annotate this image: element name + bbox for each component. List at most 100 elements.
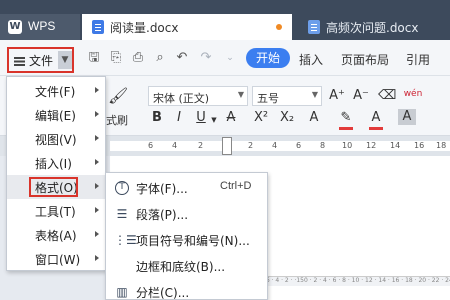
submenu-item-label: 项目符号和编号(N)... bbox=[136, 234, 250, 248]
ruler-number: 14 bbox=[390, 141, 401, 150]
menu-item-label: 插入(I) bbox=[35, 157, 72, 171]
ruler-number: 2 bbox=[248, 141, 254, 150]
submenu-item-font[interactable]: T 字体(F)... Ctrl+D bbox=[106, 175, 269, 201]
save-icon[interactable]: 🖫 bbox=[86, 50, 102, 66]
submenu-item-label: 字体(F)... bbox=[136, 182, 188, 196]
character-shading-icon[interactable]: A bbox=[398, 109, 416, 125]
menu-item-view[interactable]: 视图(V) bbox=[7, 127, 105, 151]
menu-item-insert[interactable]: 插入(I) bbox=[7, 151, 105, 175]
tab-references[interactable]: 引用 bbox=[406, 51, 430, 68]
ruler-number: 8 bbox=[320, 141, 326, 150]
font-size-select[interactable]: 五号 ▼ bbox=[252, 86, 322, 106]
ruler-number: 6 bbox=[148, 141, 154, 150]
document-icon bbox=[308, 20, 320, 34]
submenu-arrow-icon bbox=[95, 231, 99, 237]
app-name: WPS bbox=[28, 19, 56, 33]
tab-document-inactive[interactable]: 高频次问题.docx bbox=[298, 14, 450, 40]
pinyin-guide-icon[interactable]: wén bbox=[402, 86, 424, 102]
file-menu-label: 文件 bbox=[29, 54, 54, 68]
border-icon bbox=[114, 258, 130, 274]
font-color-icon[interactable]: A bbox=[368, 110, 384, 126]
format-painter-label: 式刷 bbox=[106, 114, 128, 127]
highlight-color-icon[interactable]: ✎ bbox=[338, 110, 354, 126]
document-icon bbox=[92, 20, 104, 34]
superscript-icon[interactable]: X² bbox=[254, 110, 268, 126]
chevron-down-icon: ▼ bbox=[237, 90, 244, 99]
menu-item-label: 视图(V) bbox=[35, 133, 77, 147]
submenu-arrow-icon bbox=[95, 183, 99, 189]
menu-item-label: 工具(T) bbox=[35, 205, 76, 219]
secondary-ruler: · 6 · 4 · 2 · ·150 · 2 · 4 · 6 · 8 · 10 … bbox=[262, 276, 450, 286]
ruler-number: 16 bbox=[414, 141, 425, 150]
submenu-item-bullets[interactable]: ⋮☰ 项目符号和编号(N)... bbox=[106, 227, 269, 253]
font-size-value: 五号 bbox=[257, 92, 279, 105]
submenu-item-borders[interactable]: 边框和底纹(B)... bbox=[106, 253, 269, 279]
font-icon: T bbox=[115, 181, 129, 195]
list-icon: ⋮☰ bbox=[114, 233, 137, 247]
tab-insert[interactable]: 插入 bbox=[299, 51, 323, 68]
file-menu-button[interactable]: 文件 ▼ bbox=[7, 47, 74, 73]
font-name-value: 宋体 (正文) bbox=[153, 92, 210, 105]
bold-icon[interactable]: B bbox=[150, 110, 164, 126]
submenu-arrow-icon bbox=[95, 87, 99, 93]
menu-item-file[interactable]: 文件(F) bbox=[7, 79, 105, 103]
menu-item-label: 表格(A) bbox=[35, 229, 77, 243]
highlight-color-bar bbox=[339, 127, 353, 130]
chevron-down-icon[interactable]: ▼ bbox=[210, 112, 218, 128]
text-effect-icon[interactable]: A bbox=[306, 110, 322, 126]
menu-item-tools[interactable]: 工具(T) bbox=[7, 199, 105, 223]
submenu-item-label: 分栏(C)... bbox=[136, 286, 190, 300]
menu-item-edit[interactable]: 编辑(E) bbox=[7, 103, 105, 127]
submenu-arrow-icon bbox=[95, 111, 99, 117]
underline-icon[interactable]: U bbox=[194, 110, 208, 126]
wps-logo-icon: W bbox=[8, 20, 22, 34]
subscript-icon[interactable]: X₂ bbox=[280, 110, 294, 126]
menu-item-label: 文件(F) bbox=[35, 85, 76, 99]
grow-font-icon[interactable]: A⁺ bbox=[328, 88, 346, 104]
redo-icon[interactable]: ↷ bbox=[198, 50, 214, 66]
font-name-select[interactable]: 宋体 (正文) ▼ bbox=[148, 86, 248, 106]
print-icon[interactable]: ⎙ bbox=[130, 50, 146, 66]
chevron-down-icon[interactable]: ▼ bbox=[58, 51, 72, 69]
unsaved-dot-icon bbox=[276, 24, 282, 30]
italic-icon[interactable]: I bbox=[172, 110, 186, 126]
menu-item-window[interactable]: 窗口(W) bbox=[7, 247, 105, 271]
ruler-number: 4 bbox=[172, 141, 178, 150]
ruler-number: 4 bbox=[272, 141, 278, 150]
tab-page-layout[interactable]: 页面布局 bbox=[341, 51, 389, 68]
print-preview-icon[interactable]: ⌕ bbox=[152, 50, 168, 66]
strikethrough-icon[interactable]: A bbox=[224, 110, 238, 126]
submenu-item-columns[interactable]: ▥ 分栏(C)... bbox=[106, 279, 269, 300]
shrink-font-icon[interactable]: A⁻ bbox=[352, 88, 370, 104]
export-icon[interactable]: ⎘ bbox=[108, 50, 124, 66]
ruler-number: 12 bbox=[366, 141, 377, 150]
font-color-bar bbox=[369, 127, 383, 130]
submenu-arrow-icon bbox=[95, 207, 99, 213]
undo-icon[interactable]: ↶ bbox=[174, 50, 190, 66]
shortcut-label: Ctrl+D bbox=[220, 180, 252, 192]
tab-document-label: 高频次问题.docx bbox=[326, 21, 419, 35]
wps-home-tab[interactable]: W WPS bbox=[0, 14, 80, 40]
ruler-number: 18 bbox=[436, 141, 447, 150]
tab-start[interactable]: 开始 bbox=[246, 48, 290, 68]
menu-item-label: 编辑(E) bbox=[35, 109, 76, 123]
submenu-arrow-icon bbox=[95, 255, 99, 261]
menu-item-table[interactable]: 表格(A) bbox=[7, 223, 105, 247]
ruler-number: 2 bbox=[198, 141, 204, 150]
submenu-item-label: 段落(P)... bbox=[136, 208, 189, 222]
submenu-item-label: 边框和底纹(B)... bbox=[136, 260, 226, 274]
tab-document-active[interactable]: 阅读量.docx bbox=[82, 14, 292, 40]
format-painter-icon[interactable]: 🖌 bbox=[108, 88, 128, 104]
submenu-arrow-icon bbox=[95, 159, 99, 165]
ruler-number: 6 bbox=[296, 141, 302, 150]
submenu-arrow-icon bbox=[95, 135, 99, 141]
paragraph-icon: ☰ bbox=[116, 207, 128, 221]
file-dropdown-menu: 文件(F) 编辑(E) 视图(V) 插入(I) 格式(O) 工具(T) 表格(A… bbox=[6, 76, 106, 271]
chevron-down-icon[interactable]: ⌄ bbox=[222, 50, 238, 66]
indent-marker[interactable] bbox=[222, 137, 232, 155]
hamburger-icon bbox=[14, 57, 25, 59]
submenu-item-paragraph[interactable]: ☰ 段落(P)... bbox=[106, 201, 269, 227]
format-highlight-box bbox=[29, 177, 78, 197]
format-submenu: T 字体(F)... Ctrl+D ☰ 段落(P)... ⋮☰ 项目符号和编号(… bbox=[105, 172, 268, 300]
clear-format-icon[interactable]: ⌫ bbox=[378, 88, 396, 104]
